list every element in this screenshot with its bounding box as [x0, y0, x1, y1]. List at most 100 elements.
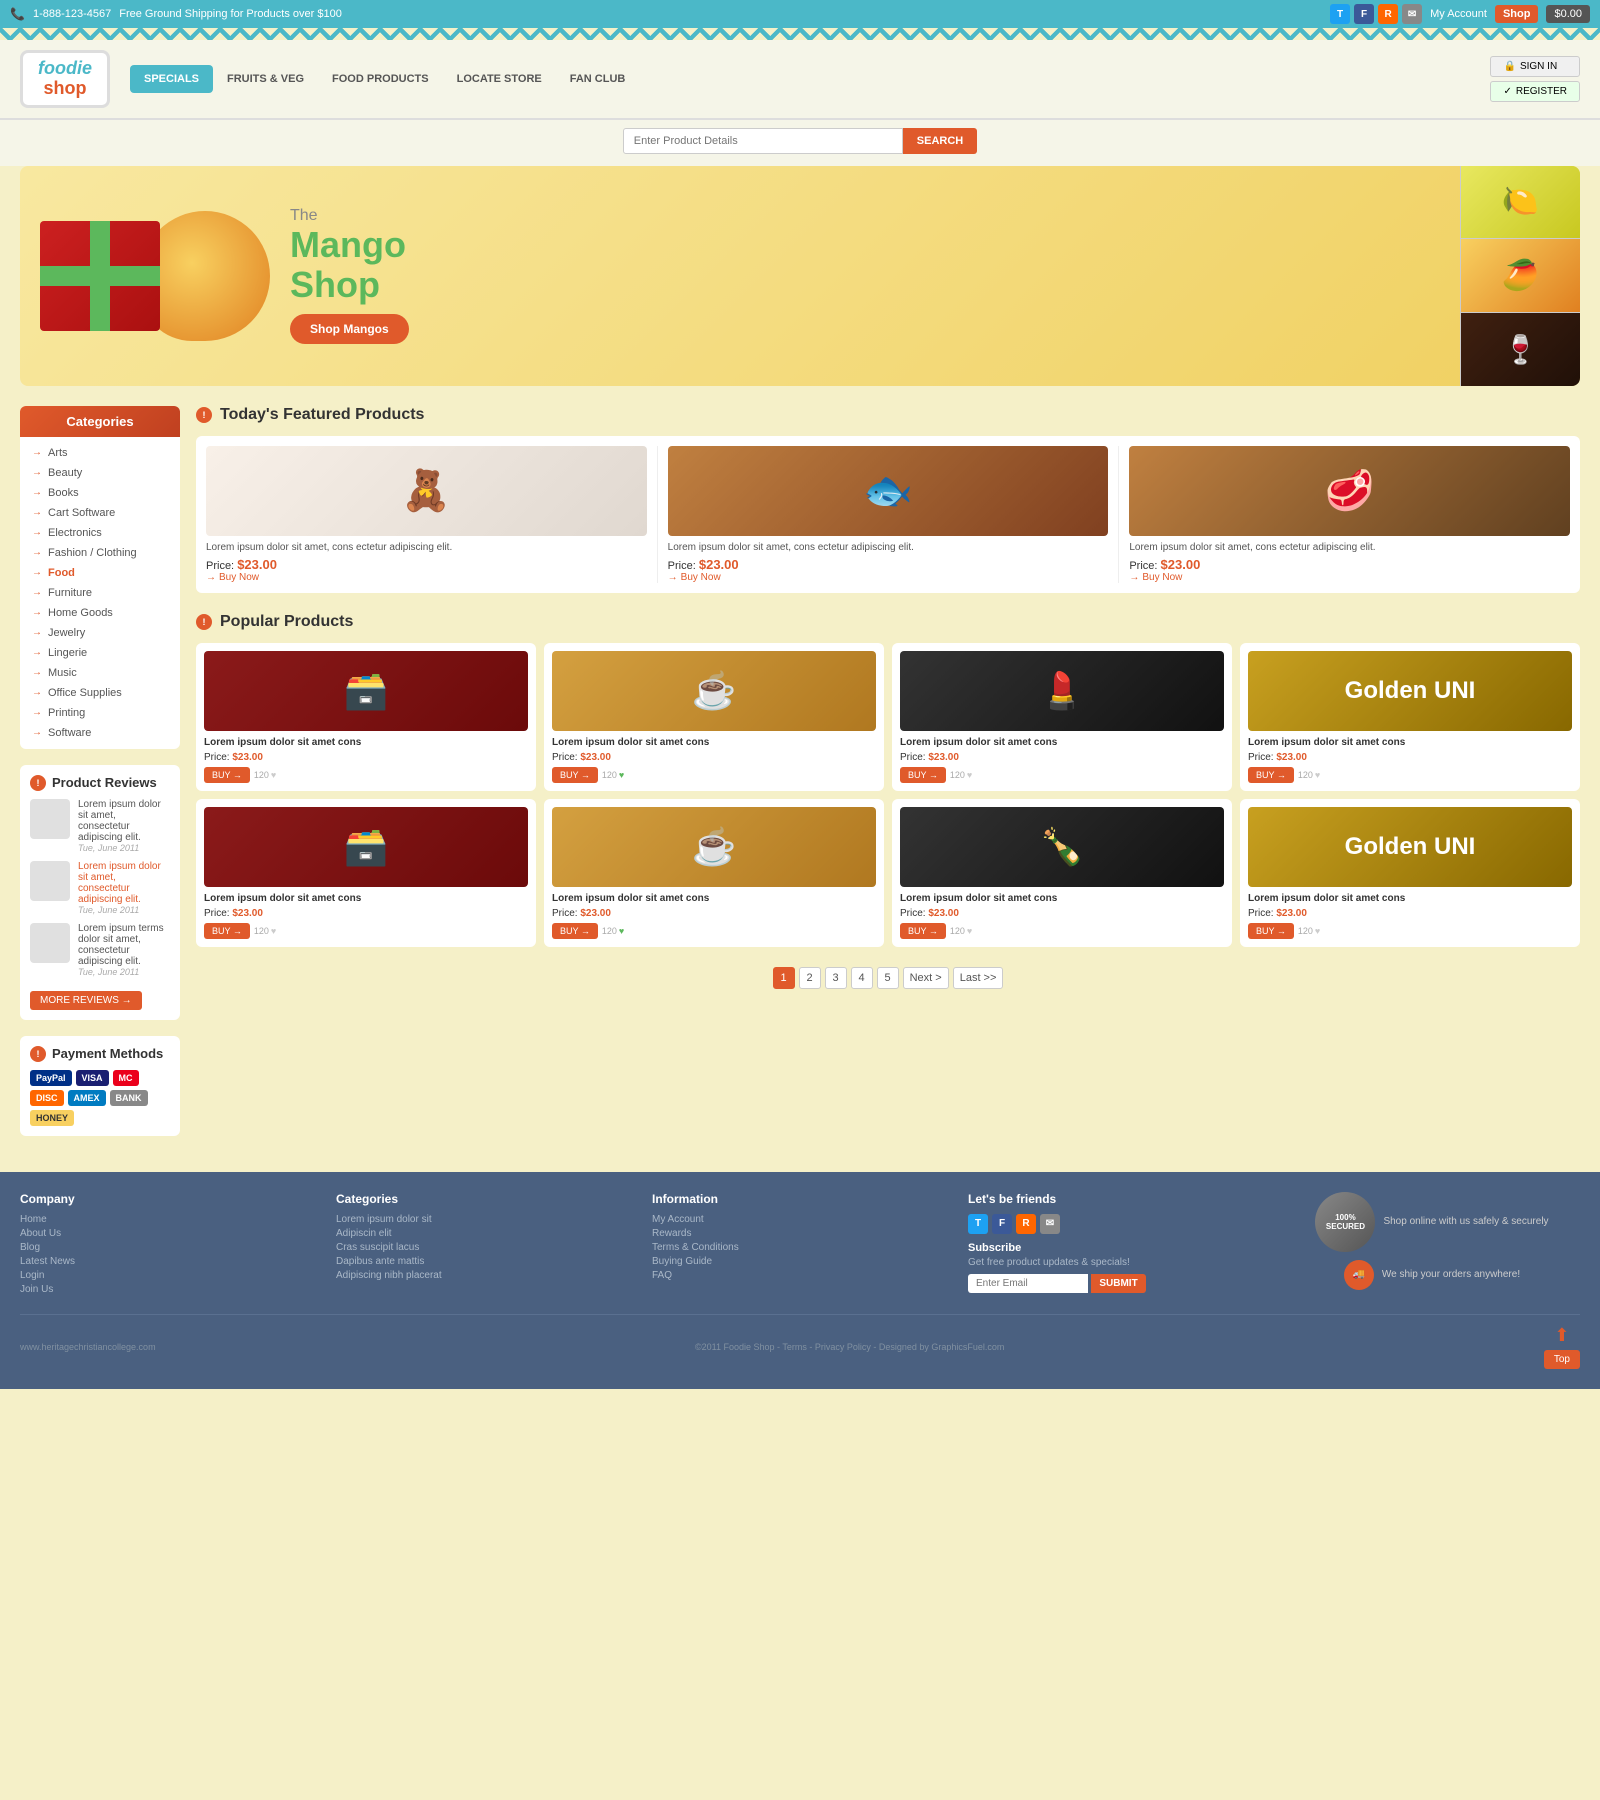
featured-header: ! Today's Featured Products [196, 406, 1580, 424]
buy-button-2-1[interactable]: BUY → [204, 923, 250, 939]
cat-item-home-goods[interactable]: →Home Goods [20, 603, 180, 623]
footer-facebook-icon[interactable]: F [992, 1214, 1012, 1234]
nav-specials[interactable]: SPECIALS [130, 65, 213, 93]
shop-button[interactable]: Shop [1495, 5, 1539, 23]
page-5[interactable]: 5 [877, 967, 899, 989]
my-account-link[interactable]: My Account [1430, 8, 1487, 20]
subscribe-submit-button[interactable]: SUBMIT [1091, 1274, 1145, 1293]
nav-food[interactable]: FOOD PRODUCTS [318, 65, 443, 93]
hero-banner: The Mango Shop Shop Mangos 🍋 🥭 🍷 [20, 166, 1580, 386]
back-to-top-button[interactable]: Top [1544, 1350, 1580, 1369]
buy-button-2-2[interactable]: BUY → [552, 923, 598, 939]
footer-social: Let's be friends T F R ✉ Subscribe Get f… [968, 1192, 1264, 1298]
email-subscribe-input[interactable] [968, 1274, 1088, 1293]
cat-item-electronics[interactable]: →Electronics [20, 523, 180, 543]
cat-item-music[interactable]: →Music [20, 663, 180, 683]
cat-item-software[interactable]: →Software [20, 723, 180, 743]
site-header: foodie shop SPECIALS FRUITS & VEG FOOD P… [0, 40, 1600, 120]
footer-copyright: ©2011 Foodie Shop - Terms - Privacy Poli… [695, 1342, 1004, 1352]
footer-cat-4[interactable]: Dapibus ante mattis [336, 1256, 632, 1267]
footer-cat-1[interactable]: Lorem ipsum dolor sit [336, 1214, 632, 1225]
search-button[interactable]: SEARCH [903, 128, 977, 154]
cat-item-jewelry[interactable]: →Jewelry [20, 623, 180, 643]
page-2[interactable]: 2 [799, 967, 821, 989]
product-price-1-4: Price: $23.00 [1248, 752, 1572, 763]
footer-link-news[interactable]: Latest News [20, 1256, 316, 1267]
footer-link-blog[interactable]: Blog [20, 1242, 316, 1253]
cat-item-printing[interactable]: →Printing [20, 703, 180, 723]
footer-rss-icon[interactable]: R [1016, 1214, 1036, 1234]
facebook-icon[interactable]: F [1354, 4, 1374, 24]
page-1[interactable]: 1 [773, 967, 795, 989]
footer-cat-2[interactable]: Adipiscin elit [336, 1228, 632, 1239]
register-button[interactable]: ✓ REGISTER [1490, 81, 1580, 102]
cat-item-food[interactable]: →Food [20, 563, 180, 583]
footer-info-account[interactable]: My Account [652, 1214, 948, 1225]
product-actions-1-4: BUY → 120 ♥ [1248, 767, 1572, 783]
feat-buy-3[interactable]: → Buy Now [1129, 572, 1570, 583]
footer-link-login[interactable]: Login [20, 1270, 316, 1281]
arrow-icon: → [32, 527, 42, 538]
page-next[interactable]: Next > [903, 967, 949, 989]
footer-cat-3[interactable]: Cras suscipit lacus [336, 1242, 632, 1253]
site-logo[interactable]: foodie shop [20, 50, 110, 108]
cat-item-beauty[interactable]: →Beauty [20, 463, 180, 483]
footer-info-faq[interactable]: FAQ [652, 1270, 948, 1281]
nav-store[interactable]: LOCATE STORE [443, 65, 556, 93]
footer-info-guide[interactable]: Buying Guide [652, 1256, 948, 1267]
rss-icon[interactable]: R [1378, 4, 1398, 24]
page-last[interactable]: Last >> [953, 967, 1004, 989]
review-thumb-1 [30, 799, 70, 839]
review-content-1: Lorem ipsum dolor sit amet, consectetur … [78, 799, 170, 853]
review-date-3: Tue, June 2011 [78, 967, 170, 977]
footer-info-terms[interactable]: Terms & Conditions [652, 1242, 948, 1253]
product-card-1-4: Golden UNI Lorem ipsum dolor sit amet co… [1240, 643, 1580, 791]
buy-button-1-1[interactable]: BUY → [204, 767, 250, 783]
more-reviews-button[interactable]: MORE REVIEWS → [30, 991, 142, 1010]
footer-info-rewards[interactable]: Rewards [652, 1228, 948, 1239]
review-text-2[interactable]: Lorem ipsum dolor sit amet, consectetur … [78, 861, 170, 905]
categories-list: →Arts →Beauty →Books →Cart Software →Ele… [20, 437, 180, 749]
review-item-1: Lorem ipsum dolor sit amet, consectetur … [30, 799, 170, 853]
twitter-icon[interactable]: T [1330, 4, 1350, 24]
cat-item-books[interactable]: →Books [20, 483, 180, 503]
review-thumb-3 [30, 923, 70, 963]
cat-item-cart-software[interactable]: →Cart Software [20, 503, 180, 523]
feat-buy-1[interactable]: → Buy Now [206, 572, 647, 583]
footer-subscribe: Subscribe Get free product updates & spe… [968, 1242, 1264, 1293]
cat-item-arts[interactable]: →Arts [20, 443, 180, 463]
sign-in-button[interactable]: 🔒 SIGN IN [1490, 56, 1580, 77]
buy-button-1-2[interactable]: BUY → [552, 767, 598, 783]
footer-cat-5[interactable]: Adipiscing nibh placerat [336, 1270, 632, 1281]
nav-fan[interactable]: FAN CLUB [556, 65, 640, 93]
footer-link-home[interactable]: Home [20, 1214, 316, 1225]
nav-fruits[interactable]: FRUITS & VEG [213, 65, 318, 93]
arrow-icon: → [32, 727, 42, 738]
cat-item-lingerie[interactable]: →Lingerie [20, 643, 180, 663]
cat-item-office[interactable]: →Office Supplies [20, 683, 180, 703]
product-img-2-4: Golden UNI [1248, 807, 1572, 887]
trust-badge: 100% SECURED [1315, 1192, 1375, 1252]
footer-link-join[interactable]: Join Us [20, 1284, 316, 1295]
feat-buy-2[interactable]: → Buy Now [668, 572, 1109, 583]
buy-button-2-4[interactable]: BUY → [1248, 923, 1294, 939]
cat-item-fashion[interactable]: →Fashion / Clothing [20, 543, 180, 563]
top-bar: 📞 1-888-123-4567 Free Ground Shipping fo… [0, 0, 1600, 28]
page-3[interactable]: 3 [825, 967, 847, 989]
footer-link-about[interactable]: About Us [20, 1228, 316, 1239]
arrow-icon: → [32, 607, 42, 618]
search-input[interactable] [623, 128, 903, 154]
buy-button-2-3[interactable]: BUY → [900, 923, 946, 939]
product-card-2-3: 🍾 Lorem ipsum dolor sit amet cons Price:… [892, 799, 1232, 947]
main-nav: SPECIALS FRUITS & VEG FOOD PRODUCTS LOCA… [130, 65, 1490, 93]
shipping-notice: Free Ground Shipping for Products over $… [119, 8, 342, 20]
buy-button-1-3[interactable]: BUY → [900, 767, 946, 783]
page-4[interactable]: 4 [851, 967, 873, 989]
shop-mangos-button[interactable]: Shop Mangos [290, 314, 409, 344]
product-actions-2-3: BUY → 120 ♥ [900, 923, 1224, 939]
footer-twitter-icon[interactable]: T [968, 1214, 988, 1234]
buy-button-1-4[interactable]: BUY → [1248, 767, 1294, 783]
email-icon[interactable]: ✉ [1402, 4, 1422, 24]
cat-item-furniture[interactable]: →Furniture [20, 583, 180, 603]
footer-email-icon[interactable]: ✉ [1040, 1214, 1060, 1234]
